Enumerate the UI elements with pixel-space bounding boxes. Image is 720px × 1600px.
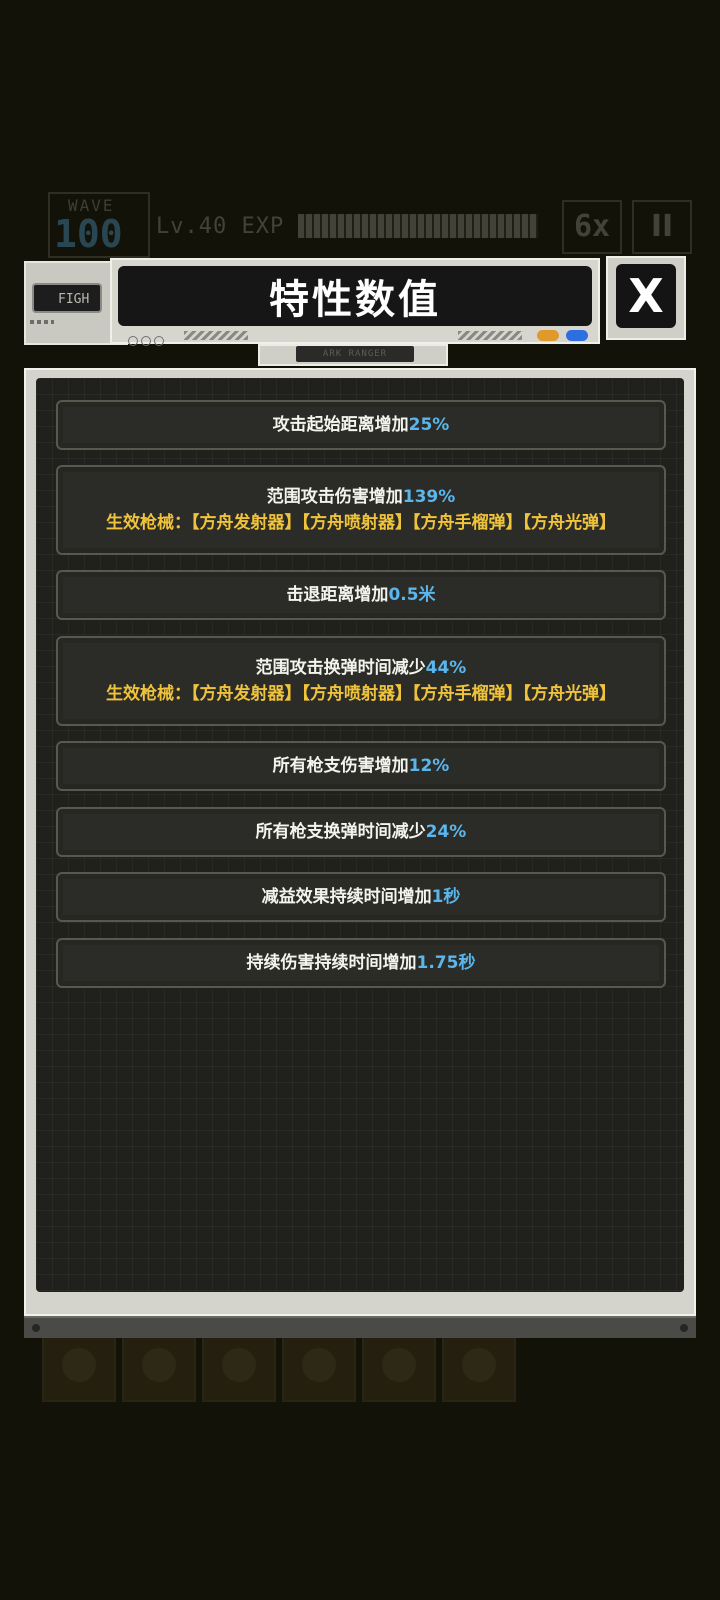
stat-row: 减益效果持续时间增加1秒 [56, 872, 666, 922]
stat-line: 所有枪支伤害增加12% [76, 753, 646, 779]
blue-indicator-light [566, 330, 588, 341]
exp-bar [298, 214, 538, 238]
dialog-title: 特性数值 [269, 277, 441, 323]
stat-row: 攻击起始距离增加25% [56, 400, 666, 450]
wave-number: 100 [54, 212, 123, 256]
stat-value: 1.75秒 [416, 953, 476, 973]
stat-value: 12% [408, 756, 450, 776]
stat-text: 持续伤害持续时间增加 [246, 953, 417, 973]
weapons-list: 【方舟发射器】【方舟喷射器】【方舟手榴弹】【方舟光弹】 [191, 683, 616, 704]
stat-line: 范围攻击伤害增加139% [76, 484, 646, 510]
level-exp-label: Lv.40 EXP [156, 214, 285, 239]
weapon-slot [362, 1328, 436, 1402]
stat-row: 所有枪支换弹时间减少24% [56, 807, 666, 857]
fight-label-box: FIGH [32, 283, 102, 313]
decorative-circles [128, 331, 167, 350]
stat-value: 24% [425, 822, 467, 842]
title-box: 特性数值 [118, 266, 592, 326]
stat-text: 范围攻击换弹时间减少 [255, 657, 426, 678]
weapon-slot [442, 1328, 516, 1402]
decorative-hatch-right [458, 331, 522, 340]
stat-row: 范围攻击换弹时间减少44% 生效枪械：【方舟发射器】【方舟喷射器】【方舟手榴弹】… [56, 636, 666, 726]
effective-weapons: 生效枪械：【方舟发射器】【方舟喷射器】【方舟手榴弹】【方舟光弹】 [76, 510, 646, 537]
stat-line: 攻击起始距离增加25% [76, 412, 646, 438]
speed-button: 6x [562, 200, 622, 254]
wave-counter: WAVE 100 [48, 192, 150, 258]
stat-line: 减益效果持续时间增加1秒 [76, 884, 646, 910]
stat-row: 击退距离增加0.5米 [56, 570, 666, 620]
stat-value: 1秒 [431, 887, 461, 907]
stat-line: 持续伤害持续时间增加1.75秒 [76, 950, 646, 976]
weapon-slot [42, 1328, 116, 1402]
weapons-list: 【方舟发射器】【方舟喷射器】【方舟手榴弹】【方舟光弹】 [191, 512, 616, 533]
weapon-slot [122, 1328, 196, 1402]
stat-line: 所有枪支换弹时间减少24% [76, 819, 646, 845]
orange-indicator-light [537, 330, 559, 341]
decorative-dots [30, 320, 54, 324]
panel-bottom-rail [24, 1316, 696, 1338]
stat-value: 0.5米 [388, 585, 436, 605]
decorative-hatch-left [184, 331, 248, 340]
stat-value: 25% [408, 415, 450, 435]
close-icon[interactable]: X [616, 264, 676, 328]
stat-text: 范围攻击伤害增加 [266, 486, 403, 507]
effective-weapons: 生效枪械：【方舟发射器】【方舟喷射器】【方舟手榴弹】【方舟光弹】 [76, 681, 646, 708]
weapon-slot [282, 1328, 356, 1402]
weapons-prefix: 生效枪械： [106, 512, 191, 533]
stat-line: 范围攻击换弹时间减少44% [76, 655, 646, 681]
stat-row: 所有枪支伤害增加12% [56, 741, 666, 791]
stat-row: 持续伤害持续时间增加1.75秒 [56, 938, 666, 988]
stat-line: 击退距离增加0.5米 [76, 582, 646, 608]
stat-text: 减益效果持续时间增加 [261, 887, 432, 907]
stat-text: 攻击起始距离增加 [272, 415, 409, 435]
stat-value: 44% [425, 657, 467, 678]
subplate-label: ARK RANGER [296, 346, 414, 362]
weapon-slot [202, 1328, 276, 1402]
stat-text: 所有枪支换弹时间减少 [255, 822, 426, 842]
weapons-prefix: 生效枪械： [106, 683, 191, 704]
close-button[interactable]: X [606, 256, 686, 340]
stat-text: 击退距离增加 [286, 585, 389, 605]
stat-row: 范围攻击伤害增加139% 生效枪械：【方舟发射器】【方舟喷射器】【方舟手榴弹】【… [56, 465, 666, 555]
pause-button: II [632, 200, 692, 254]
stat-value: 139% [402, 486, 456, 507]
stat-text: 所有枪支伤害增加 [272, 756, 409, 776]
